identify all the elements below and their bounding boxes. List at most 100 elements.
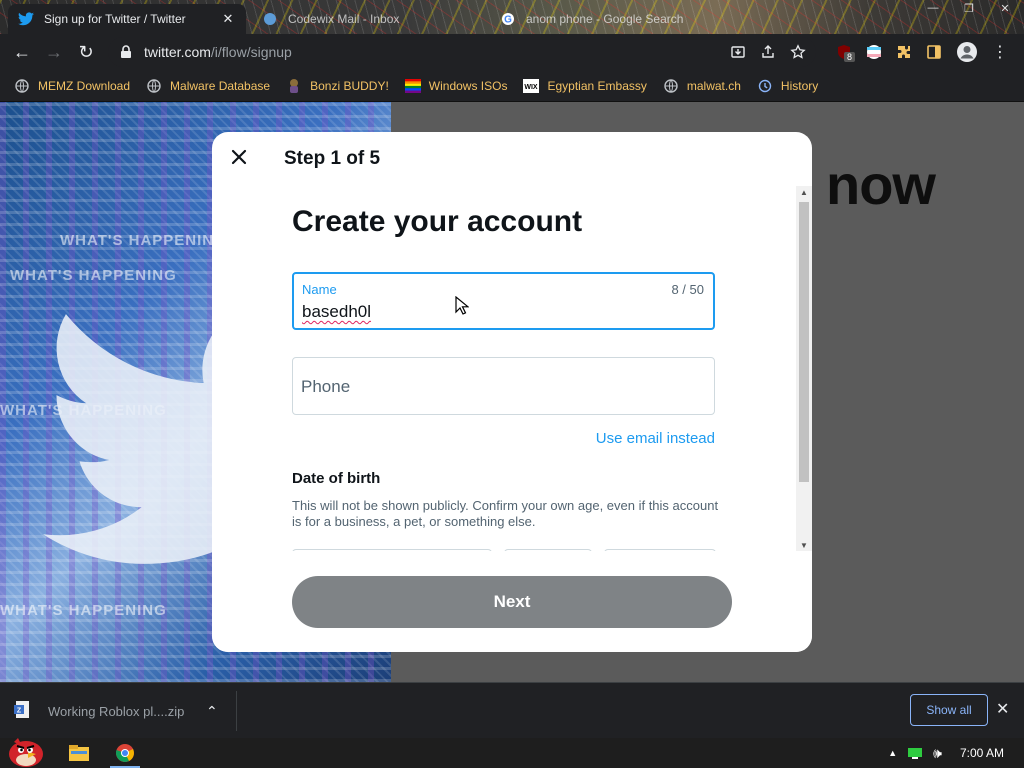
bookmark-memz-download[interactable]: MEMZ Download [14, 78, 130, 94]
download-item[interactable]: Z Working Roblox pl....zip [12, 697, 184, 725]
omnibox-actions [730, 44, 806, 60]
bookmark-label: MEMZ Download [38, 78, 131, 93]
window-controls: — ❐ ✕ [922, 0, 1016, 16]
bookmark-malware-database[interactable]: Malware Database [146, 78, 270, 94]
ublock-badge: 8 [844, 52, 856, 62]
bookmark-history[interactable]: History [757, 78, 818, 94]
downloads-bar: Z Working Roblox pl....zip ⌃ Show all ✕ [0, 682, 1024, 738]
tab-close-icon[interactable]: ✕ [220, 11, 236, 27]
show-all-button[interactable]: Show all [910, 694, 988, 726]
tab-title: Sign up for Twitter / Twitter [44, 12, 186, 26]
extensions-puzzle-icon[interactable] [896, 44, 912, 60]
tab-title: anom phone - Google Search [526, 12, 684, 26]
globe-icon [663, 78, 679, 94]
svg-text:G: G [504, 15, 512, 26]
profile-avatar-icon[interactable] [956, 41, 978, 63]
extension-icons: 8 ⋮ [836, 38, 1008, 66]
zip-file-icon: Z [14, 701, 29, 718]
google-icon: G [500, 11, 516, 27]
tab-google-search[interactable]: G anom phone - Google Search [490, 4, 726, 34]
modal-scrollbar[interactable]: ▲ ▼ [796, 186, 812, 552]
back-arrow-icon[interactable]: ← [6, 36, 38, 68]
trans-flag-extension-icon[interactable] [866, 44, 882, 60]
volume-icon[interactable]: 🕪 [933, 745, 942, 762]
bookmark-malwatch[interactable]: malwat.ch [663, 78, 741, 94]
network-icon[interactable] [907, 746, 923, 760]
bonzi-icon [286, 78, 302, 94]
tab-title: Codewix Mail - Inbox [288, 12, 400, 26]
globe-icon [146, 78, 162, 94]
browser-toolbar: ← → ↻ twitter.com/i/flow/signup 8 ⋮ [0, 34, 1024, 70]
browser-menu-icon[interactable]: ⋮ [992, 42, 1008, 62]
bookmark-windows-isos[interactable]: Windows ISOs [404, 78, 508, 94]
name-field[interactable]: Name 8 / 50 basedh0l [292, 272, 715, 330]
modal-header: Step 1 of 5 [212, 132, 812, 185]
svg-text:Z: Z [17, 708, 22, 715]
tab-codewix-mail[interactable]: Codewix Mail - Inbox [252, 4, 488, 34]
bookmark-label: Malware Database [170, 78, 271, 93]
svg-text:WIX: WIX [525, 84, 539, 91]
background-heading-fragment: now [826, 153, 936, 216]
name-char-counter: 8 / 50 [671, 282, 704, 297]
windows-taskbar: ▲ 🕪 7:00 AM [0, 738, 1024, 768]
bookmark-bonzi-buddy[interactable]: Bonzi BUDDY! [286, 78, 389, 94]
page-title: Create your account [292, 205, 583, 238]
url-path: /i/flow/signup [210, 44, 292, 60]
mouse-cursor-icon [455, 296, 469, 315]
chrome-taskbar-icon[interactable] [114, 743, 136, 763]
signup-modal: Step 1 of 5 Create your account Name 8 /… [212, 132, 812, 652]
close-downloads-icon[interactable]: ✕ [996, 699, 1009, 719]
wix-icon: WIX [523, 78, 540, 94]
reload-icon[interactable]: ↻ [70, 36, 102, 68]
scroll-down-arrow-icon[interactable]: ▼ [796, 541, 812, 550]
download-file-name: Working Roblox pl....zip [48, 703, 185, 719]
bookmark-label: malwat.ch [686, 78, 741, 93]
bookmark-label: Windows ISOs [428, 78, 508, 93]
side-panel-icon[interactable] [926, 44, 942, 60]
forward-arrow-icon[interactable]: → [38, 36, 70, 68]
mail-globe-icon [262, 11, 278, 27]
bookmark-egyptian-embassy[interactable]: WIX Egyptian Embassy [523, 78, 647, 94]
close-icon[interactable] [228, 146, 250, 168]
system-tray: ▲ 🕪 7:00 AM [888, 738, 1004, 768]
modal-body: Create your account Name 8 / 50 basedh0l… [212, 185, 812, 551]
chevron-up-icon[interactable]: ⌃ [206, 703, 218, 720]
bookmark-label: Bonzi BUDDY! [310, 78, 389, 93]
url-text: twitter.com/i/flow/signup [144, 44, 292, 60]
bookmark-star-icon[interactable] [790, 44, 806, 60]
windows-flag-icon [404, 78, 421, 94]
restore-icon[interactable]: ❐ [958, 2, 980, 15]
phone-field[interactable]: Phone [292, 357, 715, 415]
use-email-link[interactable]: Use email instead [596, 430, 715, 447]
scrollbar-thumb[interactable] [799, 202, 809, 482]
name-field-value: basedh0l [302, 302, 372, 321]
divider [236, 691, 237, 731]
url-host: twitter.com [144, 44, 211, 60]
install-app-icon[interactable] [730, 44, 746, 60]
bookmarks-bar: MEMZ Download Malware Database Bonzi BUD… [0, 70, 1024, 102]
file-explorer-icon[interactable] [68, 743, 90, 763]
ublock-icon[interactable]: 8 [836, 44, 856, 62]
globe-icon [14, 78, 30, 94]
dob-heading: Date of birth [292, 470, 381, 487]
step-indicator: Step 1 of 5 [284, 148, 381, 169]
next-button[interactable]: Next [292, 576, 732, 628]
address-bar[interactable]: twitter.com/i/flow/signup [108, 37, 816, 67]
name-field-label: Name [302, 282, 337, 297]
minimize-icon[interactable]: — [922, 2, 944, 14]
clock-time[interactable]: 7:00 AM [960, 746, 1004, 760]
history-icon [757, 78, 773, 94]
lock-icon [121, 45, 131, 58]
phone-placeholder: Phone [301, 377, 351, 396]
bookmark-label: Egyptian Embassy [547, 78, 647, 93]
tray-overflow-icon[interactable]: ▲ [888, 748, 897, 758]
scroll-up-arrow-icon[interactable]: ▲ [796, 188, 812, 197]
share-icon[interactable] [760, 44, 776, 60]
modal-footer: Next [212, 551, 812, 652]
angry-bird-start-icon[interactable] [4, 732, 48, 768]
twitter-bird-icon [18, 11, 34, 27]
tab-twitter-signup[interactable]: Sign up for Twitter / Twitter ✕ [8, 4, 246, 34]
tab-strip: Sign up for Twitter / Twitter ✕ Codewix … [0, 0, 1024, 34]
bookmark-label: History [780, 78, 819, 93]
close-window-icon[interactable]: ✕ [994, 2, 1016, 15]
